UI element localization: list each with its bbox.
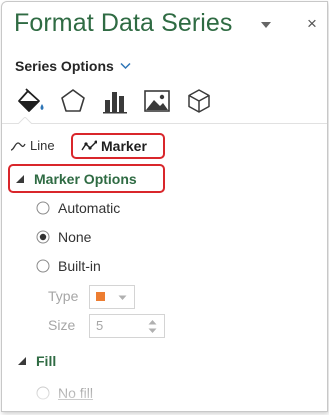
radio-automatic-label: Automatic (58, 200, 121, 216)
cube-icon[interactable] (184, 86, 214, 116)
radio-built-in[interactable]: Built-in (36, 256, 101, 276)
radio-unselected-icon (36, 201, 50, 215)
marker-type-swatch (96, 292, 105, 301)
chevron-down-icon (118, 295, 127, 300)
marker-type-select[interactable] (89, 285, 135, 309)
marker-size-value: 5 (96, 318, 104, 333)
marker-options-header[interactable]: Marker Options (8, 164, 165, 193)
pane-title: Format Data Series (14, 9, 233, 37)
line-icon (10, 141, 26, 151)
tab-line[interactable]: Line (10, 138, 55, 153)
marker-size-spinner[interactable]: 5 (89, 314, 165, 338)
radio-no-fill[interactable]: No fill (36, 383, 93, 403)
spin-down-icon[interactable] (148, 328, 157, 334)
tab-line-label: Line (30, 138, 55, 153)
tab-marker-label: Marker (101, 138, 147, 154)
radio-automatic[interactable]: Automatic (36, 198, 120, 218)
radio-none-label: None (58, 229, 92, 245)
radio-no-fill-label: No fill (58, 385, 94, 401)
radio-unselected-icon (36, 259, 50, 273)
divider (2, 123, 327, 124)
size-label: Size (48, 317, 76, 333)
picture-icon[interactable] (142, 86, 172, 116)
spin-up-icon[interactable] (148, 319, 157, 325)
series-options-label: Series Options (15, 58, 114, 74)
radio-none[interactable]: None (36, 227, 91, 247)
marker-line-icon (81, 140, 97, 151)
series-options-dropdown[interactable]: Series Options (15, 58, 131, 74)
bar-chart-icon[interactable] (100, 86, 130, 116)
close-icon[interactable]: × (305, 15, 319, 32)
radio-built-in-label: Built-in (58, 258, 101, 274)
format-data-series-pane: Format Data Series × Series Options Line… (1, 1, 328, 412)
radio-selected-icon (36, 230, 50, 244)
pentagon-icon[interactable] (58, 86, 88, 116)
radio-unselected-icon (36, 386, 50, 400)
fill-header[interactable]: Fill (18, 352, 56, 370)
caret-down-icon[interactable] (259, 18, 273, 32)
paint-bucket-icon[interactable] (16, 86, 46, 116)
marker-options-label: Marker Options (34, 170, 137, 187)
triangle-expanded-icon (18, 357, 26, 365)
selected-category-pointer (18, 117, 32, 124)
chevron-down-icon (120, 62, 131, 70)
type-label: Type (48, 288, 79, 304)
triangle-expanded-icon (16, 174, 24, 183)
fill-label: Fill (36, 353, 57, 369)
tab-marker[interactable]: Marker (71, 133, 165, 159)
